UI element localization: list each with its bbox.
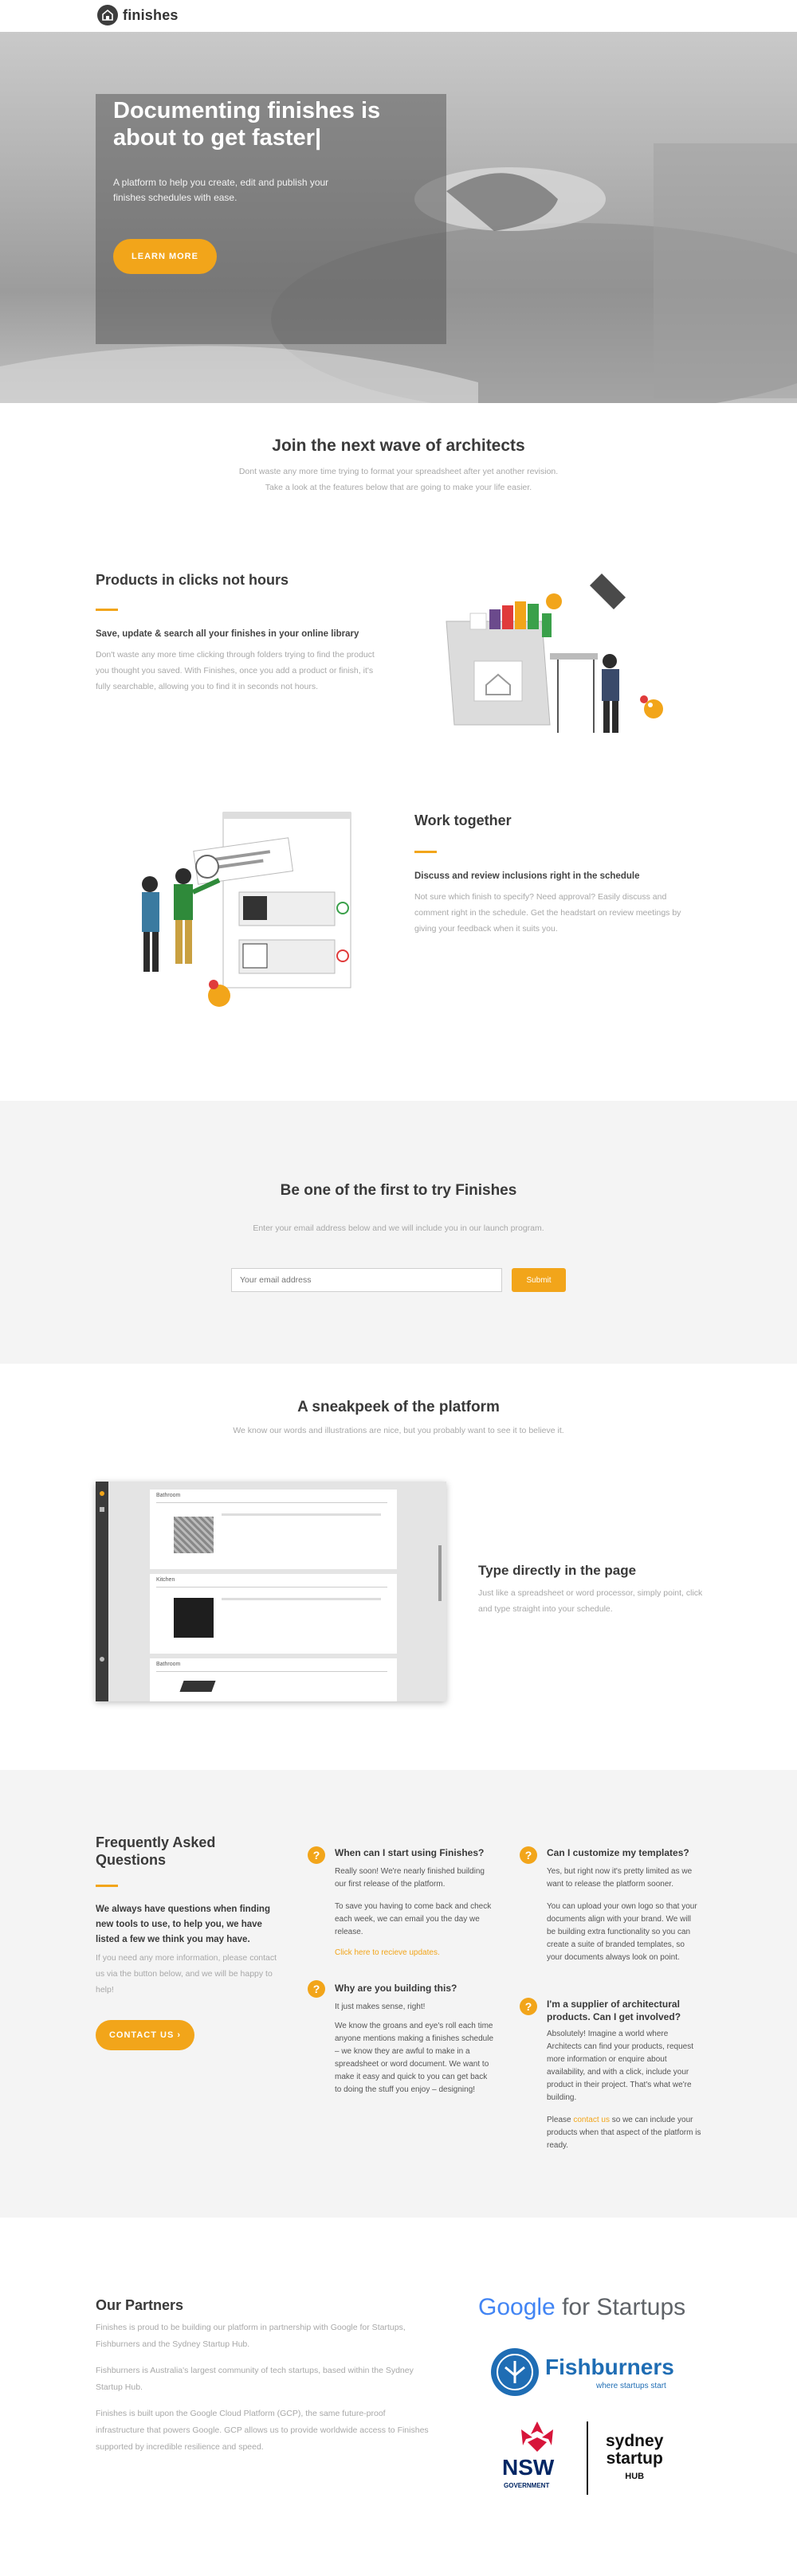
nsw-word: NSW [502,2455,555,2480]
brand-logo[interactable]: finishes [97,5,179,25]
basin-thumbnail [179,1681,216,1692]
orange-divider [414,851,437,853]
schedule-section-label: Bathroom [156,1662,181,1667]
oven-thumbnail [174,1598,214,1638]
scrollbar[interactable] [438,1545,442,1601]
library-illustration [446,574,663,733]
email-input[interactable] [231,1268,502,1292]
faq-question-4: I'm a supplier of architectural products… [547,1999,681,2022]
join-line-1: Dont waste any more time trying to forma… [238,467,559,476]
partners-paragraph-1: Finishes is proud to be building our pla… [96,2323,406,2349]
faq-answer-2a: It just makes sense, right! [335,2002,426,2011]
brand-name: finishes [123,6,179,23]
google-for-startups-logo[interactable]: Google for Startups [478,2294,685,2321]
fishburners-logo[interactable]: Fishburners where startups start [491,2348,690,2399]
fishburners-badge-icon [491,2348,539,2396]
hero-title: Documenting finishes is about to get fas… [113,98,381,151]
faq-question-3: Can I customize my templates? [547,1847,689,1858]
faq-answer-4a: Absolutely! Imagine a world where Archit… [547,2030,693,2102]
faq-question-1: When can I start using Finishes? [335,1847,485,1858]
schedule-card: Bathroom [150,1658,397,1701]
join-line-2: Take a look at the features below that a… [265,483,532,492]
contact-us-link[interactable]: contact us [573,2116,610,2124]
google-tail: for Startups [555,2294,686,2320]
nsw-government-word: GOVERNMENT [504,2482,550,2489]
sidebar-doc-icon [100,1507,104,1512]
schedule-card: Kitchen [150,1574,397,1654]
sidebar-settings-icon [100,1657,104,1662]
question-icon: ? [520,1998,537,2015]
question-icon: ? [520,1846,537,1864]
ssh-line-1: sydney [606,2432,664,2450]
partners-paragraph-3: Finishes is built upon the Google Cloud … [96,2409,429,2452]
schedule-section-label: Bathroom [156,1493,181,1498]
faq-answer-4b: Please contact us so we can include your… [547,2116,701,2150]
orange-divider [96,1885,118,1887]
learn-more-button[interactable]: LEARN MORE [113,239,217,274]
orange-divider [96,609,118,611]
submit-button[interactable]: Submit [512,1268,566,1292]
faq-answer-2b: We know the groans and eye's roll each t… [335,2022,494,2094]
products-feature-title: Products in clicks not hours [96,572,289,588]
logo-divider [587,2421,588,2495]
work-together-heading: Discuss and review inclusions right in t… [414,871,640,881]
top-nav: finishes [0,0,797,32]
partners-paragraph-2: Fishburners is Australia's largest commu… [96,2366,414,2392]
google-word: Google [478,2294,556,2320]
sneakpeek-title: A sneakpeek of the platform [297,1399,500,1415]
faq-answer-1a: Really soon! We're nearly finished build… [335,1867,485,1889]
faq-title: Frequently Asked Questions [96,1834,216,1868]
partners-title: Our Partners [96,2297,184,2313]
ssh-line-3: HUB [625,2472,645,2481]
hero-section [0,32,797,403]
contact-us-label: CONTACT US [108,2030,175,2040]
schedule-card: Bathroom [150,1490,397,1569]
faq-note: If you need any more information, please… [96,1953,277,1995]
sneakpeek-subtitle: We know our words and illustrations are … [233,1426,564,1435]
collaboration-illustration [142,812,351,1007]
products-feature-body: Don't waste any more time clicking throu… [96,650,375,691]
fishburners-tagline: where startups start [596,2382,666,2390]
updates-link[interactable]: Click here to recieve updates. [335,1947,494,1959]
waratah-icon [521,2421,553,2452]
ssh-line-2: startup [606,2449,663,2468]
products-feature-heading: Save, update & search all your finishes … [96,629,359,639]
tile-thumbnail [174,1517,214,1553]
faq-question-2: Why are you building this? [335,1983,457,1994]
schedule-section-label: Kitchen [156,1577,175,1583]
faq-answer-3b: You can upload your own logo so that you… [547,1902,697,1962]
contact-us-button[interactable]: CONTACT US › [96,2020,194,2050]
type-directly-title: Type directly in the page [478,1563,637,1578]
join-title: Join the next wave of architects [272,437,525,455]
work-together-title: Work together [414,812,512,828]
faq-lead: We always have questions when finding ne… [96,1905,270,1944]
work-together-body: Not sure which finish to specify? Need a… [414,892,681,934]
faq-answer-1b: To save you having to come back and chec… [335,1902,492,1936]
signup-title: Be one of the first to try Finishes [280,1182,517,1199]
home-logo-icon [97,5,118,25]
question-icon: ? [308,1846,325,1864]
question-icon: ? [308,1980,325,1998]
signup-subtitle: Enter your email address below and we wi… [253,1223,544,1233]
hero-subtitle: A platform to help you create, edit and … [113,177,329,203]
platform-screenshot: Bathroom Kitchen Bathroom [96,1482,446,1701]
app-sidebar [96,1482,108,1701]
fishburners-word: Fishburners [545,2355,674,2379]
sydney-startup-hub-logo[interactable]: sydney startup HUB [606,2433,663,2485]
nsw-government-logo[interactable]: NSW GOVERNMENT [502,2418,574,2498]
sidebar-dot-icon [100,1491,104,1496]
faq-answer-3a: Yes, but right now it's pretty limited a… [547,1867,693,1889]
type-directly-body: Just like a spreadsheet or word processo… [478,1588,703,1614]
